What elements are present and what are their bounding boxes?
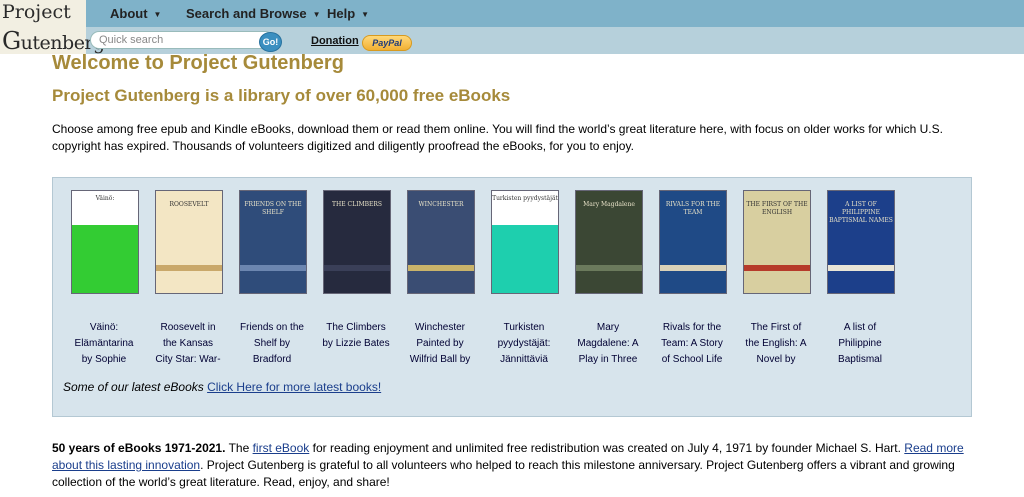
- more-latest-books-link[interactable]: Click Here for more latest books!: [207, 380, 381, 394]
- cover-title-text: THE FIRST OF THE ENGLISH: [746, 201, 808, 216]
- nav-about[interactable]: About ▼: [110, 6, 161, 21]
- cover-title-text: Turkisten pyydystäjät: [492, 195, 558, 202]
- book-title-line: Mary: [596, 322, 620, 333]
- cover-title-text: Väinö:: [95, 195, 115, 202]
- book-title-line: A list of: [843, 322, 877, 333]
- search-go-button[interactable]: Go!: [259, 32, 282, 52]
- cover-title-text: A LIST OF PHILIPPINE BAPTISMAL NAMES: [829, 201, 893, 224]
- latest-ebooks-line: Some of our latest eBooks Click Here for…: [63, 380, 381, 394]
- book-title-line: The First of: [750, 322, 802, 333]
- logo-line-1: Project: [2, 1, 71, 23]
- book-cover-image[interactable]: WINCHESTER: [407, 190, 475, 294]
- book-title-link[interactable]: Väinö: Elämäntarina by Sophie: [60, 320, 148, 368]
- book-cover-image[interactable]: FRIENDS ON THE SHELF: [239, 190, 307, 294]
- book-title-line: by Lizzie Bates: [322, 338, 390, 349]
- book-cover-image[interactable]: A LIST OF PHILIPPINE BAPTISMAL NAMES: [827, 190, 895, 294]
- cover-art: [156, 265, 222, 271]
- paypal-button[interactable]: PayPal: [362, 35, 412, 51]
- anniversary-heading: 50 years of eBooks 1971-2021.: [52, 441, 226, 455]
- book-title-line: Elämäntarina: [74, 338, 134, 349]
- book-title-line: Philippine: [838, 338, 882, 349]
- book-title-line: Turkisten: [503, 322, 545, 333]
- book-title-line: the Kansas: [162, 338, 214, 349]
- book-title-line: Team: A Story: [661, 338, 723, 349]
- intro-paragraph: Choose among free epub and Kindle eBooks…: [52, 122, 943, 153]
- book-cover-image[interactable]: Väinö:: [71, 190, 139, 294]
- cover-title-text: ROOSEVELT: [169, 201, 209, 208]
- cover-art: [576, 265, 642, 271]
- quick-search-input[interactable]: [90, 31, 274, 49]
- latest-books-panel: Väinö: Väinö: Elämäntarina by Sophie ROOSEVE…: [52, 177, 972, 417]
- cover-art: [744, 265, 810, 271]
- book-title-line: Magdalene: A: [577, 338, 639, 349]
- book-title-line: City Star: War-: [155, 354, 221, 365]
- book-title-line: Winchester: [414, 322, 465, 333]
- cover-art: [72, 225, 138, 293]
- book-title-link[interactable]: The First of the English: A Novel by: [732, 320, 820, 368]
- book-title-line: Roosevelt in: [160, 322, 216, 333]
- book-title-line: Novel by: [756, 354, 796, 365]
- book-title-line: of School Life: [661, 354, 723, 365]
- cover-art: [492, 225, 558, 293]
- book-cover-image[interactable]: THE CLIMBERS: [323, 190, 391, 294]
- book-title-line: Painted by: [416, 338, 464, 349]
- book-title-line: The Climbers: [326, 322, 386, 333]
- latest-ebooks-label: Some of our latest eBooks: [63, 380, 204, 394]
- cover-title-text: WINCHESTER: [418, 201, 464, 208]
- book-title-link[interactable]: Turkisten pyydystäjät: Jännittäviä: [480, 320, 568, 368]
- book-cover-image[interactable]: RIVALS FOR THE TEAM: [659, 190, 727, 294]
- nav-help[interactable]: Help ▼: [327, 6, 369, 21]
- book-title-link[interactable]: The Climbers by Lizzie Bates: [312, 320, 400, 352]
- page-subtitle: Project Gutenberg is a library of over 6…: [52, 86, 511, 105]
- book-title-line: the English: A: [745, 338, 807, 349]
- nav-search-and-browse[interactable]: Search and Browse ▼: [186, 6, 321, 21]
- book-title-link[interactable]: Mary Magdalene: A Play in Three: [564, 320, 652, 368]
- cover-art: [324, 265, 390, 271]
- book-title-link[interactable]: Rivals for the Team: A Story of School Lif…: [648, 320, 736, 368]
- book-title-line: Play in Three: [578, 354, 638, 365]
- book-title-line: Wilfrid Ball by: [409, 354, 471, 365]
- cover-title-text: FRIENDS ON THE SHELF: [244, 201, 302, 216]
- book-title-line: Friends on the: [240, 322, 304, 333]
- book-title-link[interactable]: Roosevelt in the Kansas City Star: War-: [144, 320, 232, 368]
- book-title-line: Väinö:: [89, 322, 119, 333]
- book-title-line: Bradford: [252, 354, 292, 365]
- caret-down-icon: ▼: [312, 10, 321, 19]
- cover-art: [828, 265, 894, 271]
- cover-title-text: RIVALS FOR THE TEAM: [665, 201, 721, 216]
- site-logo[interactable]: Project Gutenberg: [0, 0, 105, 55]
- cover-art: [660, 265, 726, 271]
- book-cover-image[interactable]: THE FIRST OF THE ENGLISH: [743, 190, 811, 294]
- donation-link[interactable]: Donation: [311, 35, 359, 47]
- book-cover-image[interactable]: Mary Magdalene: [575, 190, 643, 294]
- cover-title-text: THE CLIMBERS: [331, 201, 383, 208]
- cover-title-text: Mary Magdalene: [583, 201, 635, 208]
- cover-art: [408, 265, 474, 271]
- first-ebook-link[interactable]: first eBook: [253, 441, 310, 455]
- page-title: Welcome to Project Gutenberg: [52, 52, 344, 74]
- book-title-line: Rivals for the: [662, 322, 722, 333]
- cover-art: [240, 265, 306, 271]
- anniversary-paragraph: 50 years of eBooks 1971-2021. The first …: [52, 441, 964, 489]
- book-cover-image[interactable]: ROOSEVELT: [155, 190, 223, 294]
- caret-down-icon: ▼: [361, 10, 370, 19]
- book-title-link[interactable]: Winchester Painted by Wilfrid Ball by: [396, 320, 484, 368]
- book-title-line: pyydystäjät:: [497, 338, 551, 349]
- site-header: Project Gutenberg About ▼ Search and Brow…: [0, 0, 1024, 55]
- caret-down-icon: ▼: [153, 10, 162, 19]
- book-title-link[interactable]: A list of Philippine Baptismal: [816, 320, 904, 368]
- book-title-line: Baptismal: [838, 354, 882, 365]
- book-title-link[interactable]: Friends on the Shelf by Bradford: [228, 320, 316, 368]
- book-title-line: Jännittäviä: [500, 354, 548, 365]
- book-title-line: by Sophie: [81, 354, 127, 365]
- book-title-line: Shelf by: [253, 338, 291, 349]
- book-cover-image[interactable]: Turkisten pyydystäjät: [491, 190, 559, 294]
